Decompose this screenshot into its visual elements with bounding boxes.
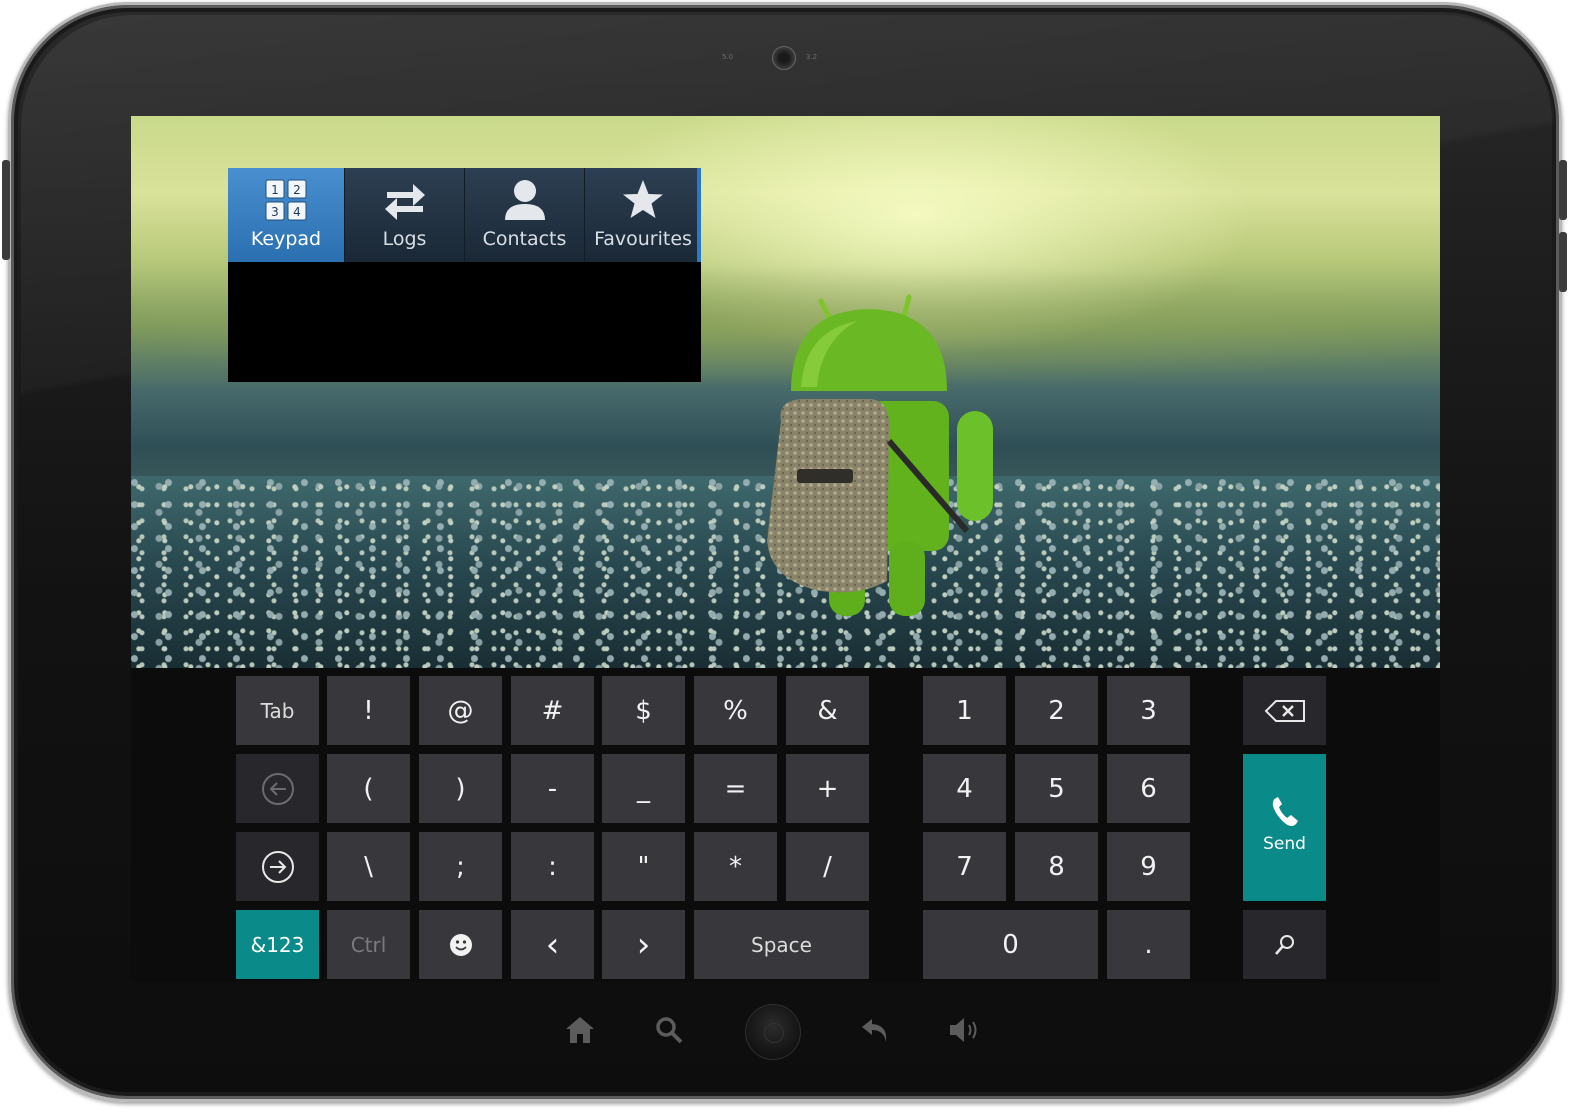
phone-icon: [1272, 797, 1298, 826]
key-paren-open[interactable]: (: [327, 754, 410, 823]
key-digit-9[interactable]: 9: [1107, 832, 1190, 901]
key-digit-1[interactable]: 1: [923, 676, 1006, 745]
key-tab[interactable]: Tab: [236, 676, 319, 745]
key-paren-close[interactable]: ): [419, 754, 502, 823]
key-emoji[interactable]: [419, 910, 502, 979]
tab-contacts-label: Contacts: [482, 228, 567, 250]
keypad-icon-digit-1: 1: [271, 183, 279, 197]
camera-label-left: 5.0: [722, 53, 734, 61]
key-search[interactable]: [1243, 910, 1326, 979]
key-backspace[interactable]: [1243, 676, 1326, 745]
key-minus[interactable]: -: [511, 754, 594, 823]
key-dollar[interactable]: $: [602, 676, 685, 745]
key-exclamation[interactable]: !: [327, 676, 410, 745]
tab-favourites[interactable]: Favourites: [585, 168, 701, 262]
send-label: Send: [1263, 834, 1306, 854]
screen: 1 2 3 4 Keypad Logs Contacts Favourites …: [131, 116, 1440, 982]
key-digit-0[interactable]: 0: [923, 910, 1098, 979]
key-forward[interactable]: [236, 832, 319, 901]
camera-label-right: 3.2: [806, 53, 818, 61]
android-mascot-image: [767, 294, 993, 616]
forward-circle-icon: [261, 850, 294, 883]
search-icon: [1274, 934, 1294, 955]
tab-favourites-label: Favourites: [594, 228, 692, 250]
key-digit-6[interactable]: 6: [1107, 754, 1190, 823]
on-screen-keyboard: Tab ! @ # $ % & ( ) - _ = + \ ; : " * / …: [131, 668, 1440, 982]
key-space[interactable]: Space: [694, 910, 869, 979]
tab-logs-label: Logs: [382, 228, 427, 250]
key-equals[interactable]: =: [694, 754, 777, 823]
key-backslash[interactable]: \: [327, 832, 410, 901]
key-quote[interactable]: ": [602, 832, 685, 901]
side-button-right: [1559, 160, 1567, 220]
key-percent[interactable]: %: [694, 676, 777, 745]
search-icon[interactable]: [654, 1015, 684, 1045]
front-camera-icon: [772, 46, 796, 70]
key-symbols-toggle[interactable]: &123: [236, 910, 319, 979]
side-button-right-lower: [1559, 232, 1567, 292]
key-asterisk[interactable]: *: [694, 832, 777, 901]
key-hash[interactable]: #: [511, 676, 594, 745]
key-digit-2[interactable]: 2: [1015, 676, 1098, 745]
keypad-icon-digit-2: 2: [293, 183, 301, 197]
key-underscore[interactable]: _: [602, 754, 685, 823]
key-semicolon[interactable]: ;: [419, 832, 502, 901]
tab-logs[interactable]: Logs: [345, 168, 465, 262]
key-digit-7[interactable]: 7: [923, 832, 1006, 901]
back-icon[interactable]: [860, 1015, 890, 1045]
dialer-panel: 1 2 3 4 Keypad Logs Contacts Favourites: [228, 168, 701, 382]
tab-keypad-label: Keypad: [250, 228, 322, 250]
key-ctrl[interactable]: Ctrl: [327, 910, 410, 979]
backspace-icon: [1264, 699, 1305, 722]
smiley-icon: [449, 933, 472, 956]
key-digit-3[interactable]: 3: [1107, 676, 1190, 745]
camera-strip: 5.0 3.2: [720, 45, 870, 71]
keypad-icon-digit-4: 4: [293, 205, 301, 219]
keypad-icon-digit-3: 3: [271, 205, 279, 219]
tab-bar-edge: [697, 168, 701, 262]
key-digit-4[interactable]: 4: [923, 754, 1006, 823]
home-button[interactable]: [745, 1004, 801, 1060]
key-at[interactable]: @: [419, 676, 502, 745]
number-display[interactable]: [228, 262, 701, 382]
keypad-grid-icon: 1 2 3 4: [265, 179, 307, 221]
volume-icon[interactable]: [948, 1015, 982, 1045]
side-button-left: [2, 160, 10, 260]
person-icon: [504, 180, 545, 220]
home-icon[interactable]: [564, 1015, 596, 1045]
key-arrow-left[interactable]: ‹: [511, 910, 594, 979]
back-circle-icon: [261, 772, 294, 805]
star-icon: [623, 180, 663, 218]
tab-keypad[interactable]: 1 2 3 4 Keypad: [228, 168, 345, 262]
key-colon[interactable]: :: [511, 832, 594, 901]
hardware-nav-bar: [540, 1000, 1000, 1070]
key-digit-8[interactable]: 8: [1015, 832, 1098, 901]
key-ampersand[interactable]: &: [786, 676, 869, 745]
key-digit-5[interactable]: 5: [1015, 754, 1098, 823]
swap-arrows-icon: [384, 184, 425, 220]
key-arrow-right[interactable]: ›: [602, 910, 685, 979]
key-back[interactable]: [236, 754, 319, 823]
dialer-tab-bar: 1 2 3 4 Keypad Logs Contacts Favourites: [228, 168, 701, 262]
key-dot[interactable]: .: [1107, 910, 1190, 979]
key-slash[interactable]: /: [786, 832, 869, 901]
tab-contacts[interactable]: Contacts: [465, 168, 585, 262]
key-plus[interactable]: +: [786, 754, 869, 823]
send-button[interactable]: Send: [1243, 754, 1326, 901]
